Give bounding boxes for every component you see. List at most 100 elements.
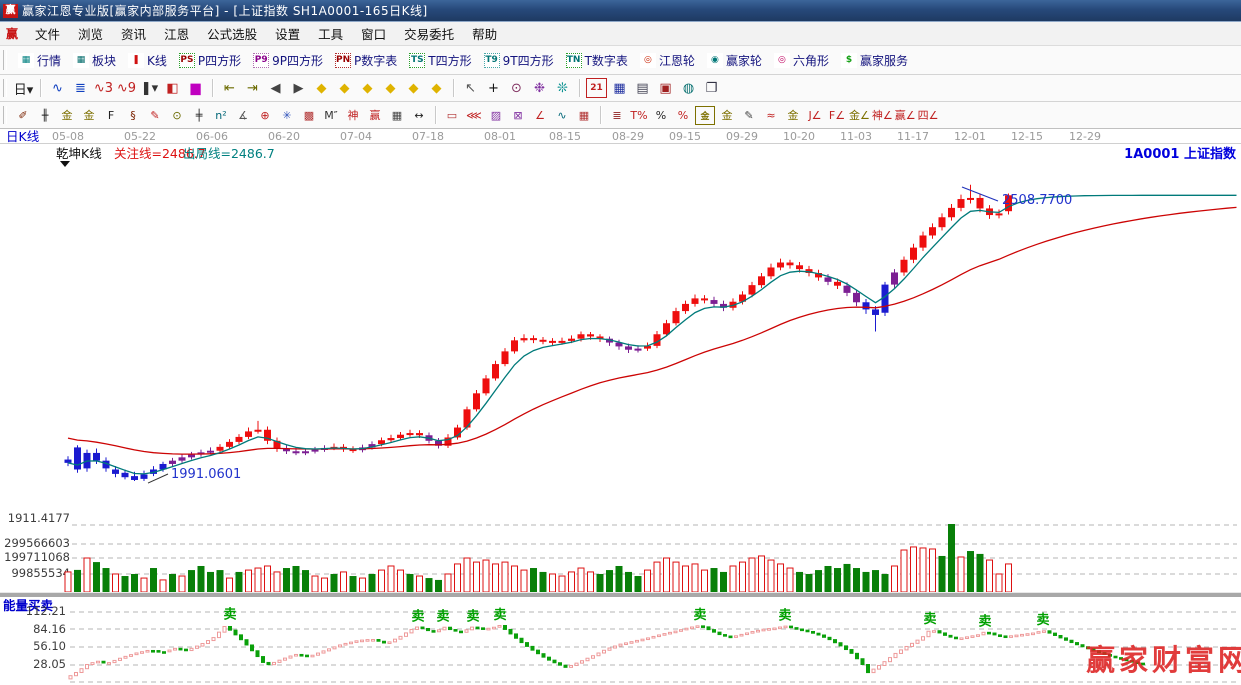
gold-grid-tool[interactable]: 金: [57, 106, 77, 125]
p-square-button[interactable]: PSP四方形: [173, 52, 247, 69]
menu-browse[interactable]: 浏览: [69, 24, 112, 43]
toolbar-grip[interactable]: [3, 79, 7, 97]
god-grid-tool[interactable]: 神: [343, 106, 363, 125]
width-measure-tool[interactable]: ↔: [409, 106, 429, 125]
dual-color-kline-button[interactable]: ◧: [162, 78, 183, 98]
volume-profile-button[interactable]: ▆: [185, 78, 206, 98]
kline-type-selector[interactable]: 乾坤K线: [56, 146, 102, 161]
box-x-tool[interactable]: ⊠: [508, 106, 528, 125]
wave-3-button[interactable]: ∿3: [93, 78, 114, 98]
sectors-button[interactable]: ▦板块: [67, 52, 122, 69]
menu-window[interactable]: 窗口: [352, 24, 395, 43]
time-clock-tool[interactable]: ⊙: [167, 106, 187, 125]
period-day-selector[interactable]: 日▾: [13, 78, 34, 98]
m-gann-tool[interactable]: M″: [321, 106, 341, 125]
smart-analysis-tool[interactable]: ❊: [552, 78, 573, 98]
kline-button[interactable]: ❚K线: [122, 52, 173, 69]
network-button[interactable]: ◍: [678, 78, 699, 98]
hand-drag-tool[interactable]: ↖: [460, 78, 481, 98]
density-grid-tool[interactable]: ╪: [189, 106, 209, 125]
j-angle-tool[interactable]: J∠: [805, 106, 825, 125]
menu-help[interactable]: 帮助: [463, 24, 506, 43]
toolbar-grip[interactable]: [3, 106, 7, 124]
gold-bar-tool[interactable]: 金: [783, 106, 803, 125]
four-angle-tool[interactable]: 四∠: [918, 106, 939, 125]
calendar-button[interactable]: 21: [586, 78, 607, 98]
fan-lines-tool[interactable]: ⋘: [464, 106, 484, 125]
wave-9-button[interactable]: ∿9: [116, 78, 137, 98]
menu-file[interactable]: 文件: [26, 24, 69, 43]
menu-settings[interactable]: 设置: [266, 24, 309, 43]
box-grid-tool[interactable]: ▩: [299, 106, 319, 125]
wave-line-tool[interactable]: ∿: [552, 106, 572, 125]
menu-app-icon[interactable]: 赢: [0, 25, 26, 42]
gold-line-tool[interactable]: 金: [717, 106, 737, 125]
diamond-vertical-button[interactable]: ◆: [403, 78, 424, 98]
f-angle-tool[interactable]: F∠: [827, 106, 847, 125]
diamond-scroll-right-button[interactable]: ◆: [334, 78, 355, 98]
info-list-button[interactable]: ≣: [70, 78, 91, 98]
go-first-button[interactable]: ⇤: [219, 78, 240, 98]
box-diag-tool[interactable]: ▨: [486, 106, 506, 125]
box-select-tool[interactable]: ▭: [442, 106, 462, 125]
gold-angle-tool[interactable]: 金∠: [849, 106, 870, 125]
diamond-expand-button[interactable]: ◆: [357, 78, 378, 98]
kline-chart[interactable]: 05-0805-2206-0606-2007-0407-1808-0108-15…: [0, 129, 1241, 685]
diamond-shrink-button[interactable]: ◆: [380, 78, 401, 98]
t-square-button[interactable]: TST四方形: [403, 52, 477, 69]
menu-tools[interactable]: 工具: [309, 24, 352, 43]
9p-square-button[interactable]: P99P四方形: [247, 52, 329, 69]
trend-angle-tool[interactable]: ∠: [530, 106, 550, 125]
t-percent-tool[interactable]: T%: [629, 106, 649, 125]
go-last-button[interactable]: ⇥: [242, 78, 263, 98]
menu-formula-stock-pick[interactable]: 公式选股: [198, 24, 266, 43]
step-forward-button[interactable]: ▶: [288, 78, 309, 98]
candle-style-selector[interactable]: ❚▾: [139, 78, 160, 98]
god-angle-tool[interactable]: 神∠: [872, 106, 893, 125]
star-grid-tool[interactable]: ✳: [277, 106, 297, 125]
scale-steps-tool[interactable]: ≣: [607, 106, 627, 125]
step-back-button[interactable]: ◀: [265, 78, 286, 98]
circle-target-tool[interactable]: ⊕: [255, 106, 275, 125]
toolbar-grip[interactable]: [3, 50, 7, 70]
gold-circle-tool[interactable]: 金: [695, 106, 715, 125]
diamond-fit-button[interactable]: ◆: [426, 78, 447, 98]
t-number-table-button[interactable]: TNT数字表: [560, 52, 634, 69]
gann-brush-tool[interactable]: ❉: [529, 78, 550, 98]
notes-button[interactable]: ▤: [632, 78, 653, 98]
hash-line-tool[interactable]: ╫: [35, 106, 55, 125]
p-number-table-button[interactable]: PNP数字表: [329, 52, 403, 69]
market-quotes-button[interactable]: ▦行情: [12, 52, 67, 69]
winner-wheel-button[interactable]: ◉赢家轮: [701, 52, 768, 69]
save-button[interactable]: ▣: [655, 78, 676, 98]
red-pencil-tool[interactable]: ✎: [145, 106, 165, 125]
9t-square-button[interactable]: T99T四方形: [478, 52, 560, 69]
calculator-button[interactable]: ▦: [609, 78, 630, 98]
knife-tool[interactable]: ✐: [13, 106, 33, 125]
gann-wheel-button[interactable]: ◎江恩轮: [634, 52, 701, 69]
diamond-scroll-left-button[interactable]: ◆: [311, 78, 332, 98]
n-square-tool[interactable]: n²: [211, 106, 231, 125]
menu-trade-order[interactable]: 交易委托: [395, 24, 463, 43]
win-angle-tool[interactable]: 赢∠: [895, 106, 916, 125]
gold-grid2-tool[interactable]: 金: [79, 106, 99, 125]
price-grid-tool[interactable]: ▦: [574, 106, 594, 125]
winner-service-button[interactable]: $赢家服务: [835, 52, 914, 69]
zoom-pencil-tool[interactable]: ⊙: [506, 78, 527, 98]
wave-channel-tool[interactable]: ≈: [761, 106, 781, 125]
percent-tool[interactable]: %: [651, 106, 671, 125]
print-button[interactable]: ❐: [701, 78, 722, 98]
menu-news[interactable]: 资讯: [112, 24, 155, 43]
menu-gann[interactable]: 江恩: [155, 24, 198, 43]
win-grid-tool[interactable]: 赢: [365, 106, 385, 125]
brush-tool[interactable]: ✎: [739, 106, 759, 125]
f-grid-tool[interactable]: F: [101, 106, 121, 125]
hexagon-button[interactable]: ◎六角形: [768, 52, 835, 69]
spiral-tool[interactable]: §: [123, 106, 143, 125]
pattern-window-button[interactable]: ∿: [47, 78, 68, 98]
mirror-angle-tool[interactable]: ∡: [233, 106, 253, 125]
grid-123-tool[interactable]: ▦: [387, 106, 407, 125]
kline-type-dropdown-icon[interactable]: [60, 161, 70, 167]
chart-area[interactable]: 05-0805-2206-0606-2007-0407-1808-0108-15…: [0, 129, 1241, 685]
percent-line-tool[interactable]: %: [673, 106, 693, 125]
